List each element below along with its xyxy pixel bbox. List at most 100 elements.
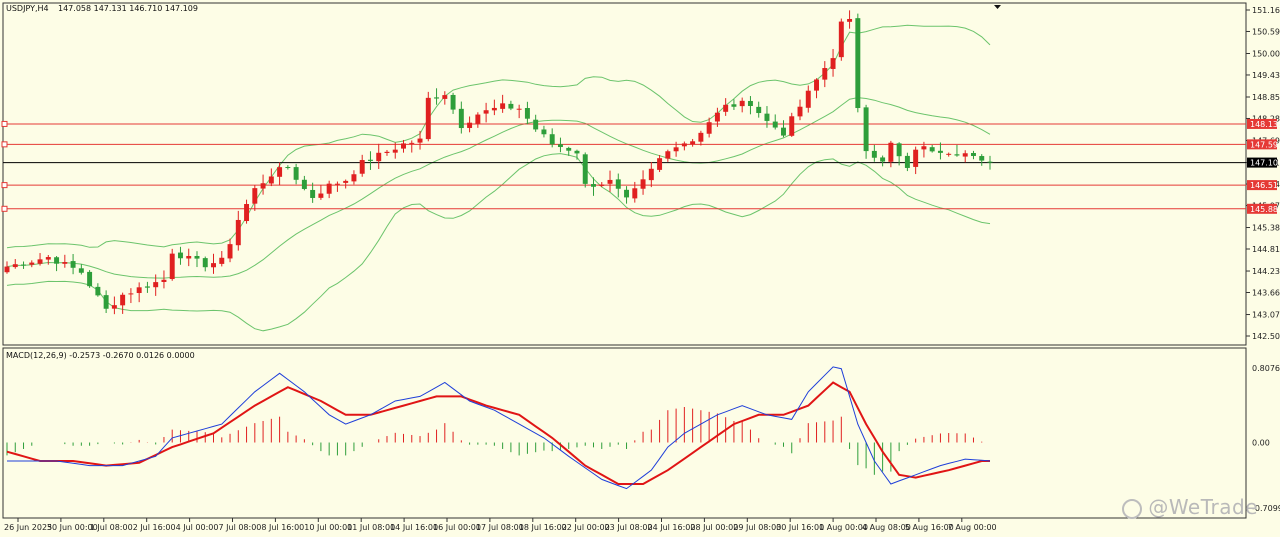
candle-body — [425, 97, 431, 140]
candle-body — [665, 151, 671, 159]
candle-body — [929, 147, 935, 152]
candle-body — [871, 150, 877, 158]
candle-body — [268, 176, 274, 184]
price-tick-label: 145.385 — [1252, 224, 1280, 233]
candle-body — [855, 18, 861, 109]
candle-body — [202, 258, 208, 268]
price-tick-label: 143.660 — [1252, 288, 1280, 297]
candle-body — [673, 147, 679, 152]
price-tick-label: 143.075 — [1252, 311, 1280, 320]
candle-body — [491, 107, 497, 111]
candle-body — [120, 294, 126, 306]
candle-body — [971, 153, 976, 156]
candle-body — [103, 295, 109, 309]
candle-body — [913, 149, 919, 167]
candle-body — [169, 253, 175, 280]
candle-body — [789, 116, 795, 136]
horizontal-levels[interactable]: 148.135 147.593 146.511 145.882 147.109 — [1, 118, 1280, 214]
candle-body — [244, 204, 250, 222]
candle-body — [260, 183, 266, 189]
candle-body — [21, 264, 26, 266]
time-tick-label: 7 Jul 08:00 — [219, 523, 262, 532]
candle-body — [747, 100, 753, 107]
time-tick-label: 14 Jul 16:00 — [390, 523, 438, 532]
bollinger-lower — [6, 153, 991, 332]
candle-body — [227, 244, 233, 259]
candle-body — [458, 108, 464, 129]
time-tick-label: 11 Jul 08:00 — [347, 523, 395, 532]
candle-body — [310, 189, 316, 198]
candle-body — [822, 68, 828, 80]
price-tick-label: 149.435 — [1252, 71, 1280, 80]
candle-body — [681, 143, 687, 147]
macd-indicator — [6, 366, 991, 490]
candle-body — [937, 150, 943, 153]
candle-body — [805, 90, 811, 108]
candle-body — [211, 263, 216, 268]
candle-body — [640, 179, 646, 189]
candle-body — [690, 141, 696, 145]
candle-body — [87, 271, 93, 287]
bollinger-upper — [6, 24, 991, 249]
candle-body — [235, 219, 241, 246]
trading-chart[interactable]: 151.160150.590150.005149.435148.850148.2… — [0, 0, 1280, 537]
candle-body — [252, 188, 258, 204]
candle-body — [128, 293, 134, 295]
price-tick-label: 142.505 — [1252, 332, 1280, 341]
price-tick-label: 150.590 — [1252, 27, 1280, 36]
candle-body — [194, 255, 200, 259]
price-tick-label: 151.160 — [1252, 6, 1280, 15]
macd-tick-label: 0.00 — [1252, 439, 1270, 448]
level-handle[interactable] — [1, 205, 8, 212]
candle-body — [359, 160, 365, 174]
level-handle[interactable] — [1, 141, 8, 148]
level-price-label: 148.135 — [1250, 120, 1280, 129]
candle-body — [987, 161, 993, 163]
candle-body — [838, 21, 844, 58]
candle-body — [599, 184, 605, 186]
candle-body — [624, 189, 630, 198]
candle-body — [508, 103, 514, 109]
candle-body — [797, 106, 803, 117]
level-handle[interactable] — [1, 182, 8, 189]
candle-body — [756, 106, 762, 114]
candle-body — [334, 183, 340, 185]
candle-body — [714, 112, 720, 122]
candle-body — [4, 266, 10, 273]
candle-body — [367, 159, 373, 161]
time-tick-label: 4 Aug 08:00 — [862, 523, 911, 532]
chart-header: USDJPY,H4 — [6, 4, 49, 13]
watermark-text: @WeTrade — [1148, 495, 1258, 519]
price-tick-label: 144.815 — [1252, 245, 1280, 254]
level-handle[interactable] — [1, 120, 8, 127]
candle-body — [95, 286, 101, 296]
candle-body — [731, 104, 737, 107]
candle-body — [764, 113, 770, 121]
candle-body — [277, 167, 283, 177]
time-tick-label: 28 Jul 00:00 — [690, 523, 738, 532]
macd-main-line — [7, 366, 991, 490]
candle-body — [136, 287, 142, 294]
time-tick-label: 30 Jul 16:00 — [776, 523, 824, 532]
candle-body — [632, 188, 638, 199]
shift-arrow-icon[interactable] — [994, 5, 1001, 9]
time-axis: 26 Jun 202530 Jun 00:001 Jul 08:00 2 Jul … — [4, 518, 997, 532]
candle-body — [29, 262, 35, 265]
candle-body — [648, 168, 654, 181]
candle-body — [37, 259, 43, 264]
time-tick-label: 22 Jul 00:00 — [562, 523, 610, 532]
candle-body — [384, 151, 390, 153]
price-pane-frame — [2, 2, 1247, 346]
candle-body — [285, 167, 291, 169]
candle-body — [847, 18, 853, 22]
price-tick-label: 148.850 — [1252, 93, 1280, 102]
candle-body — [12, 264, 18, 268]
time-tick-label: 23 Jul 08:00 — [605, 523, 653, 532]
candle-body — [698, 132, 704, 142]
candle-body — [706, 122, 712, 134]
candle-body — [946, 153, 952, 155]
price-tick-label: 144.230 — [1252, 267, 1280, 276]
macd-tick-label: 0.8076 — [1252, 364, 1280, 373]
macd-axis: 0.80760.00-0.7099 — [1252, 364, 1280, 513]
candle-body — [467, 122, 473, 128]
